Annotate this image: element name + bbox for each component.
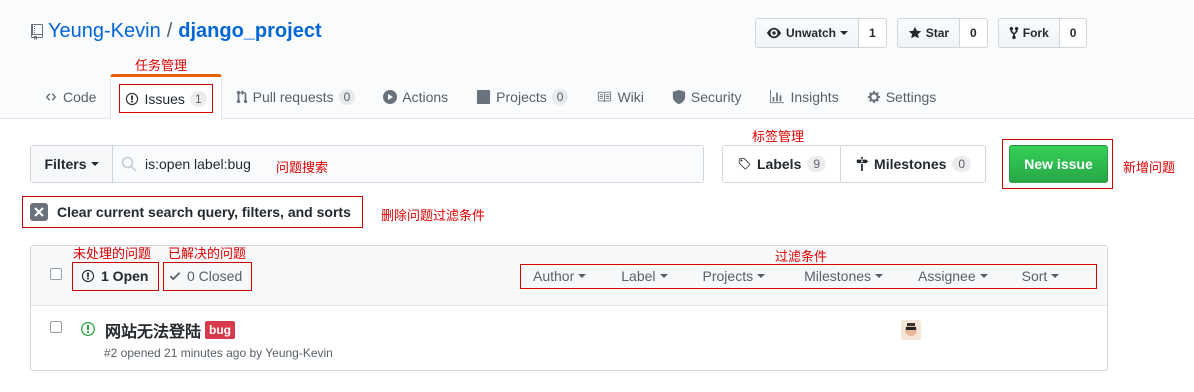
annotation-box-open: [72, 262, 159, 291]
avatar[interactable]: [901, 320, 921, 340]
tab-settings[interactable]: Settings: [853, 74, 951, 119]
filters-bar: Filters: [30, 145, 704, 183]
repo-owner-link[interactable]: Yeung-Kevin: [48, 20, 161, 43]
book-icon: [598, 91, 612, 102]
milestones-count: 0: [952, 156, 972, 172]
labels-milestones-group: Labels 9 Milestones 0: [722, 145, 987, 183]
annotation-box-new-issue: [1002, 139, 1113, 189]
issue-opened-icon: [81, 322, 95, 336]
tab-label: Settings: [885, 88, 937, 105]
star-label: Star: [925, 26, 950, 40]
issue-title-link[interactable]: 网站无法登陆: [105, 318, 201, 342]
project-icon: [477, 89, 491, 104]
annotation-label-mgmt: 标签管理: [752, 129, 805, 144]
chevron-down-icon: [90, 162, 99, 166]
search-input[interactable]: [145, 156, 265, 172]
tab-wiki[interactable]: Wiki: [582, 74, 657, 119]
labels-count: 9: [807, 156, 827, 172]
select-all-checkbox[interactable]: [50, 268, 62, 280]
fork-icon: [1009, 26, 1019, 40]
tab-projects[interactable]: Projects 0: [462, 74, 582, 119]
tab-label: Security: [690, 88, 742, 105]
annotation-filter-conditions: 过滤条件: [775, 249, 828, 264]
annotation-new-issue: 新增问题: [1123, 160, 1176, 175]
labels-label: Labels: [757, 156, 802, 172]
chevron-down-icon: [840, 31, 849, 35]
star-icon: [908, 26, 921, 39]
watch-count[interactable]: 1: [859, 18, 887, 48]
gear-icon: [867, 90, 880, 103]
repo-title: Yeung-Kevin / django_project: [30, 20, 322, 43]
filters-button[interactable]: Filters: [31, 146, 113, 182]
search-field[interactable]: [113, 146, 703, 182]
issue-checkbox[interactable]: [50, 321, 62, 333]
tab-label: Projects: [496, 88, 547, 105]
annotation-clear-filters: 删除问题过滤条件: [381, 208, 486, 223]
tab-counter: 0: [551, 88, 569, 105]
search-icon: [121, 156, 137, 172]
tab-label: Insights: [790, 88, 839, 105]
code-icon: [45, 92, 57, 101]
fork-count[interactable]: 0: [1059, 18, 1088, 48]
tab-label: Wiki: [617, 88, 644, 105]
fork-label: Fork: [1022, 26, 1049, 40]
watch-group: Unwatch 1: [755, 18, 887, 48]
milestone-icon: [856, 157, 869, 171]
graph-icon: [770, 89, 785, 103]
repo-actions: Unwatch 1 Star 0 Fork 0: [755, 18, 1097, 48]
play-icon: [383, 89, 398, 104]
shield-icon: [672, 89, 685, 104]
pull-request-icon: [236, 89, 247, 103]
star-count[interactable]: 0: [960, 18, 988, 48]
annotation-box-filters: [520, 264, 1097, 289]
eye-icon: [767, 27, 781, 39]
issue-label-badge[interactable]: bug: [205, 321, 236, 339]
tab-pull-requests[interactable]: Pull requests 0: [222, 74, 370, 119]
filters-label: Filters: [44, 156, 87, 172]
annotation-box-clear: [22, 196, 363, 228]
fork-group: Fork 0: [997, 18, 1088, 48]
unwatch-label: Unwatch: [786, 26, 837, 40]
annotation-search: 问题搜索: [276, 160, 329, 175]
list-item: 网站无法登陆 bug: [31, 306, 1107, 370]
issue-meta: #2 opened 21 minutes ago by Yeung-Kevin: [104, 346, 333, 360]
repo-separator: /: [166, 20, 173, 42]
annotation-resolved: 已解决的问题: [168, 246, 247, 261]
tab-label: Actions: [402, 88, 449, 105]
labels-button[interactable]: Labels 9: [723, 146, 840, 182]
tab-actions[interactable]: Actions: [369, 74, 462, 119]
tab-insights[interactable]: Insights: [755, 74, 852, 119]
milestones-label: Milestones: [874, 156, 947, 172]
annotation-unresolved: 未处理的问题: [73, 246, 152, 261]
tab-counter: 0: [338, 88, 356, 105]
repo-icon: [31, 23, 43, 40]
star-group: Star 0: [896, 18, 988, 48]
tab-code[interactable]: Code: [30, 74, 110, 119]
star-button[interactable]: Star: [896, 18, 961, 48]
annotation-box-issues: [119, 84, 213, 113]
fork-button[interactable]: Fork: [997, 18, 1060, 48]
repo-name-link[interactable]: django_project: [178, 20, 321, 43]
annotation-task-mgmt: 任务管理: [135, 58, 188, 73]
tab-label: Pull requests: [252, 88, 334, 105]
issue-title-row: 网站无法登陆 bug: [105, 318, 236, 342]
tag-icon: [738, 157, 751, 170]
milestones-button[interactable]: Milestones 0: [840, 146, 985, 182]
tab-security[interactable]: Security: [658, 74, 756, 119]
tab-label: Code: [63, 88, 97, 105]
annotation-box-closed: [163, 262, 252, 291]
unwatch-button[interactable]: Unwatch: [755, 18, 860, 48]
